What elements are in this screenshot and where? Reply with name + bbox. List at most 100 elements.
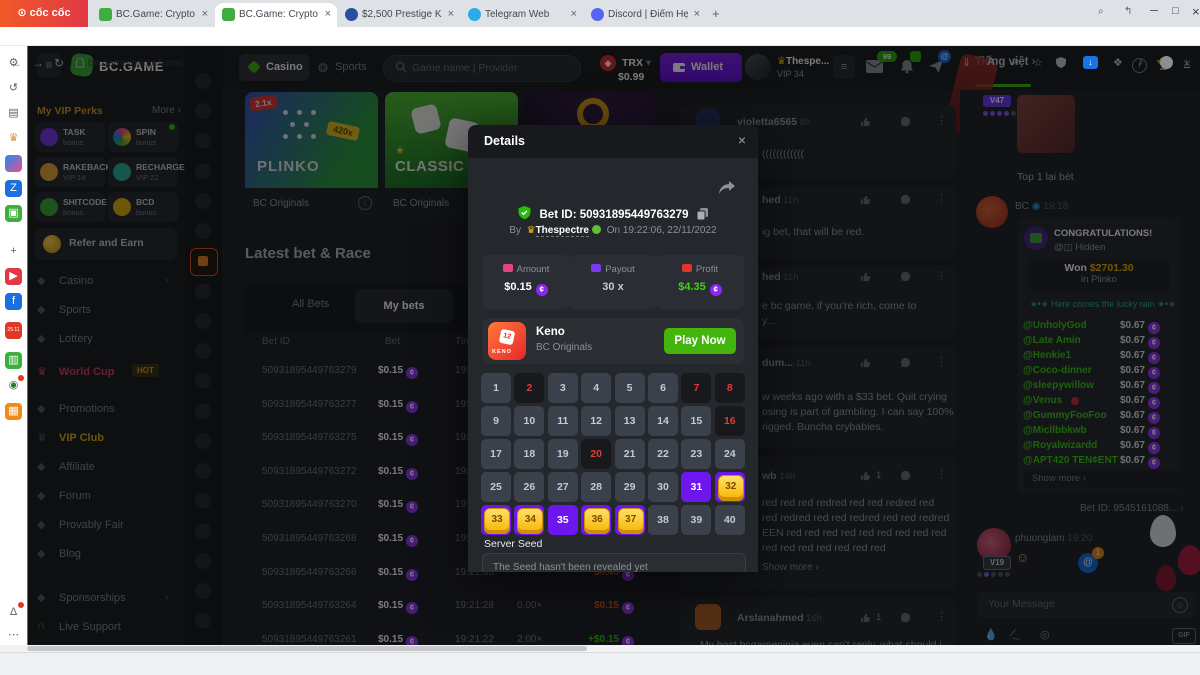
- keno-tile-37[interactable]: 37: [615, 505, 645, 535]
- keno-tile-9[interactable]: 9: [481, 406, 511, 436]
- keno-tile-10[interactable]: 10: [514, 406, 544, 436]
- keno-tile-24[interactable]: 24: [715, 439, 745, 469]
- zalo-icon[interactable]: Z: [5, 180, 22, 197]
- keno-tile-39[interactable]: 39: [681, 505, 711, 535]
- back-icon[interactable]: ←: [10, 56, 22, 70]
- url-text[interactable]: bc.game/game/keno: [88, 57, 183, 69]
- browser-tab[interactable]: Discord | Điểm Hẹn Tân Gẫu×: [584, 3, 706, 27]
- keno-tile-5[interactable]: 5: [615, 373, 645, 403]
- reload-icon[interactable]: ↻: [54, 56, 64, 70]
- lock-icon[interactable]: [76, 58, 84, 68]
- keno-tile-27[interactable]: 27: [548, 472, 578, 502]
- youtube-icon[interactable]: ▶: [5, 268, 22, 285]
- keno-tile-3[interactable]: 3: [548, 373, 578, 403]
- feed-icon[interactable]: ▤: [5, 105, 22, 122]
- tab-close-icon[interactable]: ×: [694, 8, 700, 20]
- keno-tile-1[interactable]: 1: [481, 373, 511, 403]
- keno-tile-40[interactable]: 40: [715, 505, 745, 535]
- games-icon[interactable]: ▣: [5, 205, 22, 222]
- save-page-icon[interactable]: ⇓: [962, 56, 971, 69]
- sidebar-toggle-icon[interactable]: ↰: [1124, 6, 1132, 17]
- share-icon[interactable]: ↗: [1010, 56, 1019, 69]
- copy-icon[interactable]: [697, 208, 708, 220]
- keno-tile-20[interactable]: 20: [581, 439, 611, 469]
- forward-icon[interactable]: →: [32, 56, 44, 70]
- browser-tab[interactable]: $2,500 Prestige Keno Multipl×: [338, 3, 460, 27]
- soccer-icon[interactable]: ◉: [5, 377, 22, 394]
- keno-tile-17[interactable]: 17: [481, 439, 511, 469]
- minimize-button[interactable]: ─: [1150, 5, 1158, 17]
- sale-25-11-icon[interactable]: 25.11: [5, 322, 22, 339]
- keno-tile-29[interactable]: 29: [615, 472, 645, 502]
- browser-tab[interactable]: BC.Game: Crypto Casino Gam×: [215, 3, 337, 27]
- tab-close-icon[interactable]: ×: [325, 8, 331, 20]
- more-icon[interactable]: ⋯: [5, 627, 22, 644]
- keno-tile-6[interactable]: 6: [648, 373, 678, 403]
- profile-avatar[interactable]: [1160, 56, 1173, 69]
- bet-id-text[interactable]: Bet ID: 50931895449763279: [540, 209, 689, 221]
- add-icon[interactable]: +: [5, 243, 22, 260]
- hscrollbar-thumb[interactable]: [27, 646, 587, 651]
- keno-tile-16[interactable]: 16: [715, 406, 745, 436]
- new-tab-button[interactable]: +: [712, 6, 720, 21]
- keno-tile-22[interactable]: 22: [648, 439, 678, 469]
- keno-tile-2[interactable]: 2: [514, 373, 544, 403]
- cart-icon[interactable]: ▦: [5, 403, 22, 420]
- downloads-tray-icon[interactable]: ↓: [1184, 56, 1190, 68]
- keno-tile-18[interactable]: 18: [514, 439, 544, 469]
- notes-icon[interactable]: ▥: [5, 352, 22, 369]
- adblock-shield-icon[interactable]: [1056, 57, 1066, 68]
- bookmark-star-icon[interactable]: ☆: [1033, 56, 1043, 69]
- extensions-puzzle-icon[interactable]: ❖: [1113, 56, 1123, 69]
- keno-tile-25[interactable]: 25: [481, 472, 511, 502]
- keno-tile-7[interactable]: 7: [681, 373, 711, 403]
- share-bet-icon[interactable]: [718, 180, 736, 196]
- keno-tile-12[interactable]: 12: [581, 406, 611, 436]
- tab-search-icon[interactable]: ⌕: [1098, 6, 1104, 17]
- keno-tile-28[interactable]: 28: [581, 472, 611, 502]
- history-icon[interactable]: ↺: [5, 80, 22, 97]
- keno-tile-33[interactable]: 33: [481, 505, 511, 535]
- tab-close-icon[interactable]: ×: [202, 8, 208, 20]
- download-manager-icon[interactable]: ↓: [1083, 56, 1098, 69]
- keno-tile-4[interactable]: 4: [581, 373, 611, 403]
- tab-close-icon[interactable]: ×: [448, 8, 454, 20]
- play-now-button[interactable]: Play Now: [664, 328, 736, 354]
- maximize-button[interactable]: □: [1172, 5, 1179, 17]
- media-icon[interactable]: ♪: [1138, 56, 1144, 68]
- keno-tile-19[interactable]: 19: [548, 439, 578, 469]
- close-window-button[interactable]: ×: [1192, 4, 1200, 19]
- keno-tile-26[interactable]: 26: [514, 472, 544, 502]
- keno-favicon: [345, 8, 358, 21]
- tab-close-icon[interactable]: ×: [571, 8, 577, 20]
- keno-tile-23[interactable]: 23: [681, 439, 711, 469]
- hot-icon[interactable]: ♛: [5, 130, 22, 147]
- translate-icon[interactable]: A: [987, 56, 995, 68]
- bcgame-favicon: [99, 8, 112, 21]
- keno-tile-35[interactable]: 35: [548, 505, 578, 535]
- server-seed-input[interactable]: The Seed hasn't been revealed yet: [482, 553, 746, 572]
- modal-close-icon[interactable]: ×: [738, 132, 746, 148]
- coccoc-logo[interactable]: ⊙ cốc cốc: [0, 0, 88, 27]
- keno-tile-30[interactable]: 30: [648, 472, 678, 502]
- keno-tile-15[interactable]: 15: [681, 406, 711, 436]
- keno-tile-14[interactable]: 14: [648, 406, 678, 436]
- keno-tile-31[interactable]: 31: [681, 472, 711, 502]
- keno-tile-11[interactable]: 11: [548, 406, 578, 436]
- facebook-icon[interactable]: f: [5, 293, 22, 310]
- keno-tile-13[interactable]: 13: [615, 406, 645, 436]
- bet-meta-row: By ♛Thespectre On 19:22:06, 22/11/2022: [468, 225, 758, 236]
- keno-tile-21[interactable]: 21: [615, 439, 645, 469]
- bell-icon[interactable]: Δ: [5, 604, 22, 621]
- keno-tile-38[interactable]: 38: [648, 505, 678, 535]
- keno-tile-34[interactable]: 34: [514, 505, 544, 535]
- browser-tab[interactable]: BC.Game: Crypto Casino Gam×: [92, 3, 214, 27]
- browser-tab[interactable]: Telegram Web×: [461, 3, 583, 27]
- keno-tile-32[interactable]: 32: [715, 472, 745, 502]
- keno-tile-36[interactable]: 36: [581, 505, 611, 535]
- bet-details-modal: Details × Bet ID: 50931895449763279 By ♛…: [468, 125, 758, 572]
- game-name: Keno: [536, 326, 565, 338]
- messenger-icon[interactable]: [5, 155, 22, 172]
- keno-tile-8[interactable]: 8: [715, 373, 745, 403]
- bettor-link[interactable]: Thespectre: [536, 225, 589, 237]
